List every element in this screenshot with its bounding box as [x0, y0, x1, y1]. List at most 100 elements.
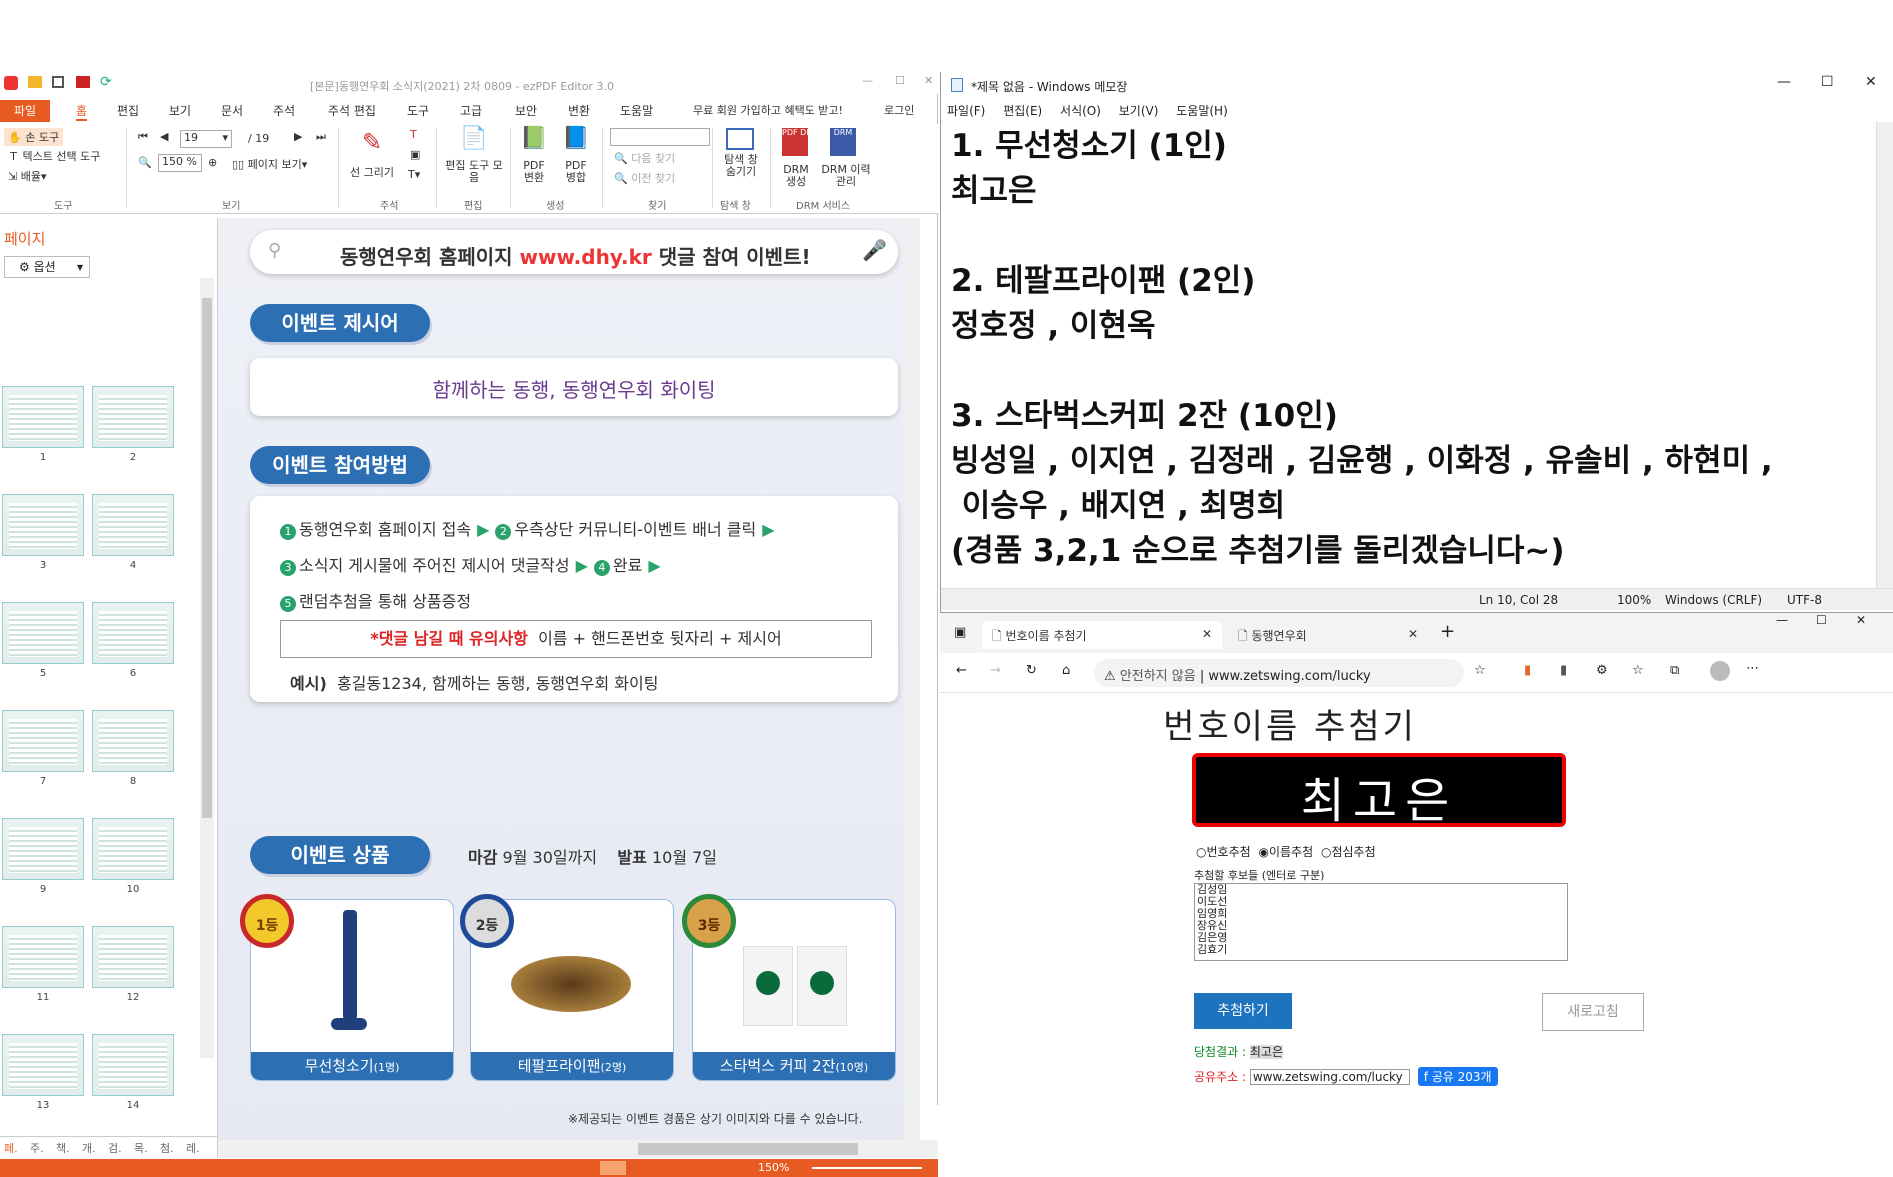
- find-prev-button[interactable]: 🔍 이전 찾기: [614, 170, 675, 186]
- favorites-icon[interactable]: ☆: [1632, 663, 1644, 678]
- extensions-icon[interactable]: ⚙: [1596, 663, 1608, 678]
- tab-dhy[interactable]: 🗋 동행연우회 ✕: [1228, 621, 1428, 649]
- promo-link[interactable]: 무료 회원 가입하고 혜택도 받고!: [693, 102, 843, 118]
- thumb-4[interactable]: [92, 494, 174, 556]
- extension-2-icon[interactable]: ▮: [1560, 663, 1567, 678]
- tab-attachments[interactable]: 첨.: [160, 1140, 174, 1156]
- np-menu-help[interactable]: 도움말(H): [1176, 104, 1228, 118]
- explorer-button[interactable]: 탐색 창 숨기기: [720, 154, 762, 178]
- refresh-icon[interactable]: ⟳: [100, 74, 112, 90]
- new-tab-button[interactable]: +: [1440, 621, 1455, 642]
- sidebar-scrollbar[interactable]: [200, 278, 214, 1058]
- first-page-button[interactable]: ⏮: [138, 130, 148, 144]
- doc-vertical-scrollbar[interactable]: [904, 218, 920, 1158]
- save-icon[interactable]: [52, 76, 64, 88]
- text-select-button[interactable]: Ｔ 텍스트 선택 도구: [8, 148, 100, 164]
- menu-annotation-edit[interactable]: 주석 편집: [328, 102, 376, 119]
- thumb-8[interactable]: [92, 710, 174, 772]
- collections-icon[interactable]: ⧉: [1670, 663, 1679, 678]
- notepad-close-button[interactable]: ✕: [1865, 74, 1877, 90]
- home-icon[interactable]: ⌂: [1062, 663, 1070, 678]
- thumb-6[interactable]: [92, 602, 174, 664]
- drm-history-button[interactable]: DRM 이력 관리: [818, 164, 874, 188]
- edit-tools-button[interactable]: 편집 도구 모음: [444, 160, 504, 184]
- np-menu-edit[interactable]: 편집(E): [1003, 104, 1042, 118]
- extension-1-icon[interactable]: ▮: [1524, 663, 1531, 678]
- tab-search[interactable]: 검.: [108, 1140, 122, 1156]
- draw-button[interactable]: 추첨하기: [1194, 993, 1292, 1029]
- menu-view[interactable]: 보기: [169, 102, 191, 119]
- line-draw-button[interactable]: 선 그리기: [350, 164, 394, 180]
- menu-edit[interactable]: 편집: [117, 102, 139, 119]
- next-page-button[interactable]: ▶: [294, 130, 302, 143]
- last-page-button[interactable]: ⏭: [316, 130, 326, 144]
- print-icon[interactable]: [76, 76, 90, 88]
- back-icon[interactable]: ←: [956, 663, 967, 678]
- zoom-slider[interactable]: [812, 1167, 922, 1169]
- thumb-11[interactable]: [2, 926, 84, 988]
- login-link[interactable]: 로그인: [884, 102, 914, 118]
- np-menu-format[interactable]: 서식(O): [1060, 104, 1101, 118]
- browser-close-button[interactable]: ✕: [1856, 613, 1866, 627]
- doc-horizontal-scrollbar[interactable]: [218, 1140, 938, 1158]
- thumb-5[interactable]: [2, 602, 84, 664]
- menu-home[interactable]: 홈: [76, 102, 88, 121]
- find-input[interactable]: [610, 128, 710, 146]
- notepad-minimize-button[interactable]: —: [1777, 74, 1791, 90]
- menu-security[interactable]: 보안: [515, 102, 537, 119]
- tab-actions-icon[interactable]: ▣: [954, 625, 966, 640]
- drm-create-button[interactable]: DRM 생성: [782, 164, 810, 188]
- radio-number[interactable]: ○: [1196, 845, 1206, 859]
- tab-pages[interactable]: 페.: [4, 1140, 18, 1156]
- minimize-button[interactable]: —: [862, 74, 873, 87]
- more-menu-icon[interactable]: ⋯: [1746, 661, 1759, 676]
- reload-icon[interactable]: ↻: [1026, 663, 1037, 678]
- browser-minimize-button[interactable]: —: [1776, 613, 1788, 627]
- thumb-9[interactable]: [2, 818, 84, 880]
- hand-tool-button[interactable]: ✋ 손 도구: [4, 128, 64, 146]
- reset-button[interactable]: 새로고침: [1542, 993, 1644, 1031]
- stamp-icon[interactable]: T▾: [408, 168, 420, 181]
- tab-annotations[interactable]: 주.: [30, 1140, 44, 1156]
- folder-icon[interactable]: [28, 76, 42, 88]
- thumb-1[interactable]: [2, 386, 84, 448]
- close-button[interactable]: ✕: [924, 74, 933, 87]
- thumb-3[interactable]: [2, 494, 84, 556]
- tab-toc[interactable]: 목.: [134, 1140, 148, 1156]
- menu-convert[interactable]: 변환: [568, 102, 590, 119]
- menu-file[interactable]: 파일: [0, 100, 50, 122]
- favorite-star-icon[interactable]: ☆: [1474, 663, 1486, 678]
- thumb-13[interactable]: [2, 1034, 84, 1096]
- tab-layers[interactable]: 레.: [186, 1140, 200, 1156]
- find-next-button[interactable]: 🔍 다음 찾기: [614, 150, 675, 166]
- share-url-input[interactable]: www.zetswing.com/lucky: [1249, 1069, 1410, 1085]
- view-mode-icon[interactable]: [600, 1161, 626, 1175]
- menu-annotation[interactable]: 주석: [273, 102, 295, 119]
- pdf-merge-button[interactable]: PDF 병합: [562, 160, 590, 184]
- prev-page-button[interactable]: ◀: [160, 130, 168, 143]
- np-menu-view[interactable]: 보기(V): [1119, 104, 1159, 118]
- notepad-scrollbar[interactable]: [1876, 122, 1893, 590]
- options-dropdown[interactable]: ⚙ 옵션 ▾: [4, 256, 90, 278]
- candidates-textarea[interactable]: 김성임 이도선 임영희 장유신 김은영 김효기: [1194, 883, 1568, 961]
- text-annot-icon[interactable]: T: [410, 128, 417, 141]
- tab-objects[interactable]: 개.: [82, 1140, 96, 1156]
- address-bar[interactable]: ⚠ 안전하지 않음 | www.zetswing.com/lucky: [1094, 659, 1464, 687]
- notepad-editor[interactable]: 1. 무선청소기 (1인) 최고은 2. 테팔프라이팬 (2인) 정호정 , 이…: [951, 124, 1773, 574]
- browser-maximize-button[interactable]: ☐: [1816, 613, 1827, 627]
- np-menu-file[interactable]: 파일(F): [947, 104, 985, 118]
- forward-icon[interactable]: →: [990, 663, 1001, 678]
- facebook-share-button[interactable]: f 공유 203개: [1417, 1067, 1498, 1086]
- radio-name[interactable]: ◉: [1258, 845, 1268, 859]
- thumb-12[interactable]: [92, 926, 174, 988]
- menu-advanced[interactable]: 고급: [460, 102, 482, 119]
- zoom-in-icon[interactable]: ⊕: [208, 156, 217, 169]
- thumb-10[interactable]: [92, 818, 174, 880]
- menu-tools[interactable]: 도구: [407, 102, 429, 119]
- profile-avatar[interactable]: [1710, 661, 1730, 681]
- zoom-out-icon[interactable]: 🔍: [138, 156, 152, 169]
- radio-lunch[interactable]: ○: [1321, 845, 1331, 859]
- menu-help[interactable]: 도움말: [620, 102, 653, 119]
- thumb-7[interactable]: [2, 710, 84, 772]
- page-view-button[interactable]: ▯▯ 페이지 보기▾: [232, 156, 307, 172]
